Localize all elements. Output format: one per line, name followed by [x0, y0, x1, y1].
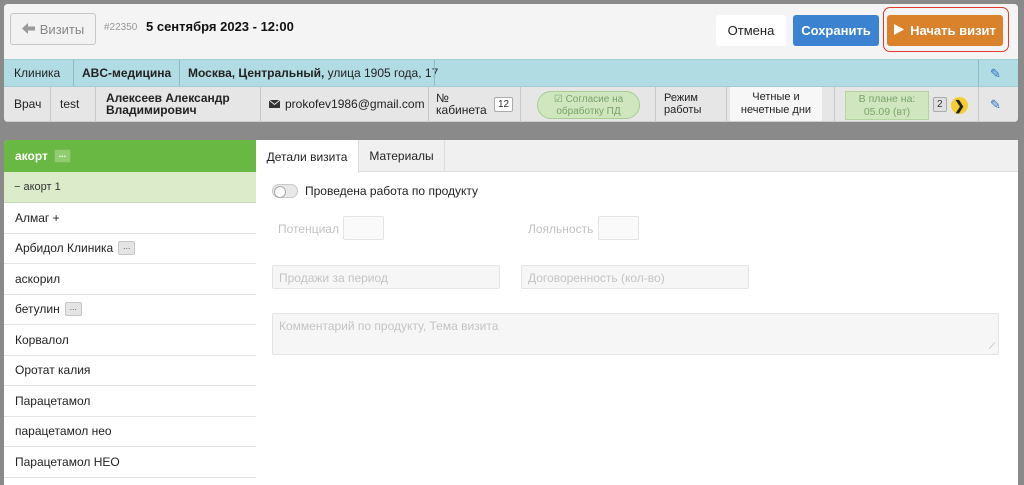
plan-line1: В плане на: — [858, 93, 916, 105]
schedule-label-line2: работы — [664, 104, 702, 116]
product-list-item[interactable]: бетулин... — [4, 295, 256, 325]
plan-count-wrap: 2 — [933, 87, 947, 121]
cancel-button[interactable]: Отмена — [716, 15, 786, 46]
doctor-email: prokofev1986@gmail.com — [268, 87, 425, 121]
product-group-label: акорт — [15, 149, 48, 163]
visit-datetime: 5 сентября 2023 - 12:00 — [146, 19, 294, 34]
cabinet-number: 12 — [494, 96, 514, 112]
consent-pd-badge[interactable]: ☑ Согласие на обработку ПД — [537, 91, 640, 119]
cabinet-label-line2: кабинета — [436, 103, 487, 117]
product-list: Алмаг + Арбидол Клиника... аскорил бетулин.… — [4, 203, 256, 478]
product-label: Парацетамол — [15, 393, 91, 408]
potential-field[interactable] — [343, 216, 384, 240]
product-label: Алмаг + — [15, 210, 60, 225]
product-list-item[interactable]: Оротат калия — [4, 356, 256, 386]
consent-line1: Согласие на — [565, 94, 624, 105]
schedule-label-line1: Режим — [664, 92, 698, 104]
product-list-item[interactable]: Парацетамол НЕО — [4, 447, 256, 478]
product-group-more-button[interactable]: ... — [53, 149, 71, 163]
clinic-name: ABC-медицина — [82, 66, 172, 80]
doctor-short-name: test — [60, 97, 80, 111]
doctor-full-name: Алексеев Александр Владимирович — [106, 87, 230, 121]
next-arrow-icon[interactable]: ❯ — [951, 97, 968, 114]
loyalty-field[interactable] — [598, 216, 639, 240]
visit-id: #22350 — [104, 22, 138, 33]
product-list-item[interactable]: парацетамол нео — [4, 417, 256, 447]
product-sub-item[interactable]: − акорт 1 — [4, 172, 256, 203]
schedule-label: Режим работы — [664, 87, 701, 121]
save-button[interactable]: Сохранить — [793, 15, 879, 46]
product-worked-label: Проведена работа по продукту — [305, 184, 479, 198]
clinic-address-city: Москва, Центральный, — [188, 66, 325, 80]
visit-header-panel: Визиты #22350 5 сентября 2023 - 12:00 От… — [4, 4, 1018, 122]
resize-handle-icon[interactable]: ⟋ — [989, 342, 995, 351]
plan-count: 2 — [933, 96, 947, 112]
doctor-row: Врач test Алексеев Александр Владимирови… — [4, 87, 1018, 122]
product-label: Парацетамол НЕО — [15, 454, 120, 469]
product-list-item[interactable]: Парацетамол — [4, 386, 256, 417]
arrow-left-icon — [21, 22, 35, 37]
product-label: Корвалол — [15, 332, 69, 347]
visit-details-panel: Детали визита Материалы Проведена работа… — [256, 140, 1018, 485]
potential-label: Потенциал — [278, 222, 339, 236]
product-label: Оротат калия — [15, 363, 91, 378]
clinic-label: Клиника — [14, 66, 61, 80]
start-visit-button[interactable]: Начать визит — [887, 15, 1003, 46]
product-group-akort[interactable]: акорт ... — [4, 140, 256, 172]
doctor-label: Врач — [14, 97, 42, 111]
comment-placeholder: Комментарий по продукту, Тема визита — [279, 319, 499, 333]
clinic-address: Москва, Центральный, улица 1905 года, 17 — [188, 60, 438, 86]
schedule-value-line1: Четные и — [752, 91, 800, 103]
product-list-item[interactable]: аскорил — [4, 264, 256, 295]
edit-doctor-pencil-icon[interactable]: ✎ — [990, 97, 1001, 113]
product-more-button[interactable]: ... — [118, 241, 136, 256]
edit-clinic-pencil-icon[interactable]: ✎ — [990, 66, 1001, 82]
doctor-email-text: prokofev1986@gmail.com — [285, 97, 425, 111]
envelope-icon — [268, 97, 281, 111]
products-sidebar: акорт ... − акорт 1 Алмаг + Арбидол Клини… — [4, 140, 256, 485]
doctor-full-name-line2: Владимирович — [106, 103, 197, 117]
cabinet-number-wrap: 12 — [494, 87, 514, 121]
product-worked-toggle[interactable] — [272, 184, 298, 198]
tab-materials[interactable]: Материалы — [359, 140, 445, 172]
in-plan-badge: В плане на: 05.09 (вт) — [845, 91, 929, 120]
schedule-value-line2: нечетные дни — [740, 104, 812, 116]
tab-visit-details[interactable]: Детали визита — [256, 140, 359, 173]
back-label: Визиты — [39, 21, 85, 37]
product-label: бетулин — [15, 302, 60, 317]
back-to-visits-button[interactable]: Визиты — [10, 13, 96, 45]
cabinet-label: № кабинета — [436, 87, 487, 121]
start-visit-label: Начать визит — [910, 23, 996, 38]
product-label: Арбидол Клиника — [15, 241, 114, 256]
consent-line2: обработку ПД — [556, 106, 621, 117]
comment-textarea[interactable]: Комментарий по продукту, Тема визита ⟋ — [272, 313, 999, 355]
product-label: аскорил — [15, 271, 61, 286]
agreement-quantity-input[interactable]: Договоренность (кол-во) — [521, 265, 749, 289]
plan-line2: 05.09 (вт) — [863, 106, 911, 118]
product-list-item[interactable]: Алмаг + — [4, 203, 256, 234]
product-list-item[interactable]: Корвалол — [4, 325, 256, 356]
product-more-button[interactable]: ... — [64, 302, 82, 317]
tabs-bar: Детали визита Материалы — [256, 140, 1018, 173]
toolbar: Визиты #22350 5 сентября 2023 - 12:00 От… — [4, 4, 1018, 56]
consent-check-icon: ☑ — [553, 94, 563, 105]
loyalty-label: Лояльность — [528, 222, 594, 236]
clinic-address-street: улица 1905 года, 17 — [324, 66, 439, 80]
clinic-row: Клиника ABC-медицина Москва, Центральный… — [4, 59, 1018, 87]
product-list-item[interactable]: Арбидол Клиника... — [4, 234, 256, 264]
sales-period-input[interactable]: Продажи за период — [272, 265, 500, 289]
schedule-value: Четные и нечетные дни — [730, 87, 822, 121]
play-icon — [894, 23, 905, 38]
product-label: парацетамол нео — [15, 424, 112, 439]
